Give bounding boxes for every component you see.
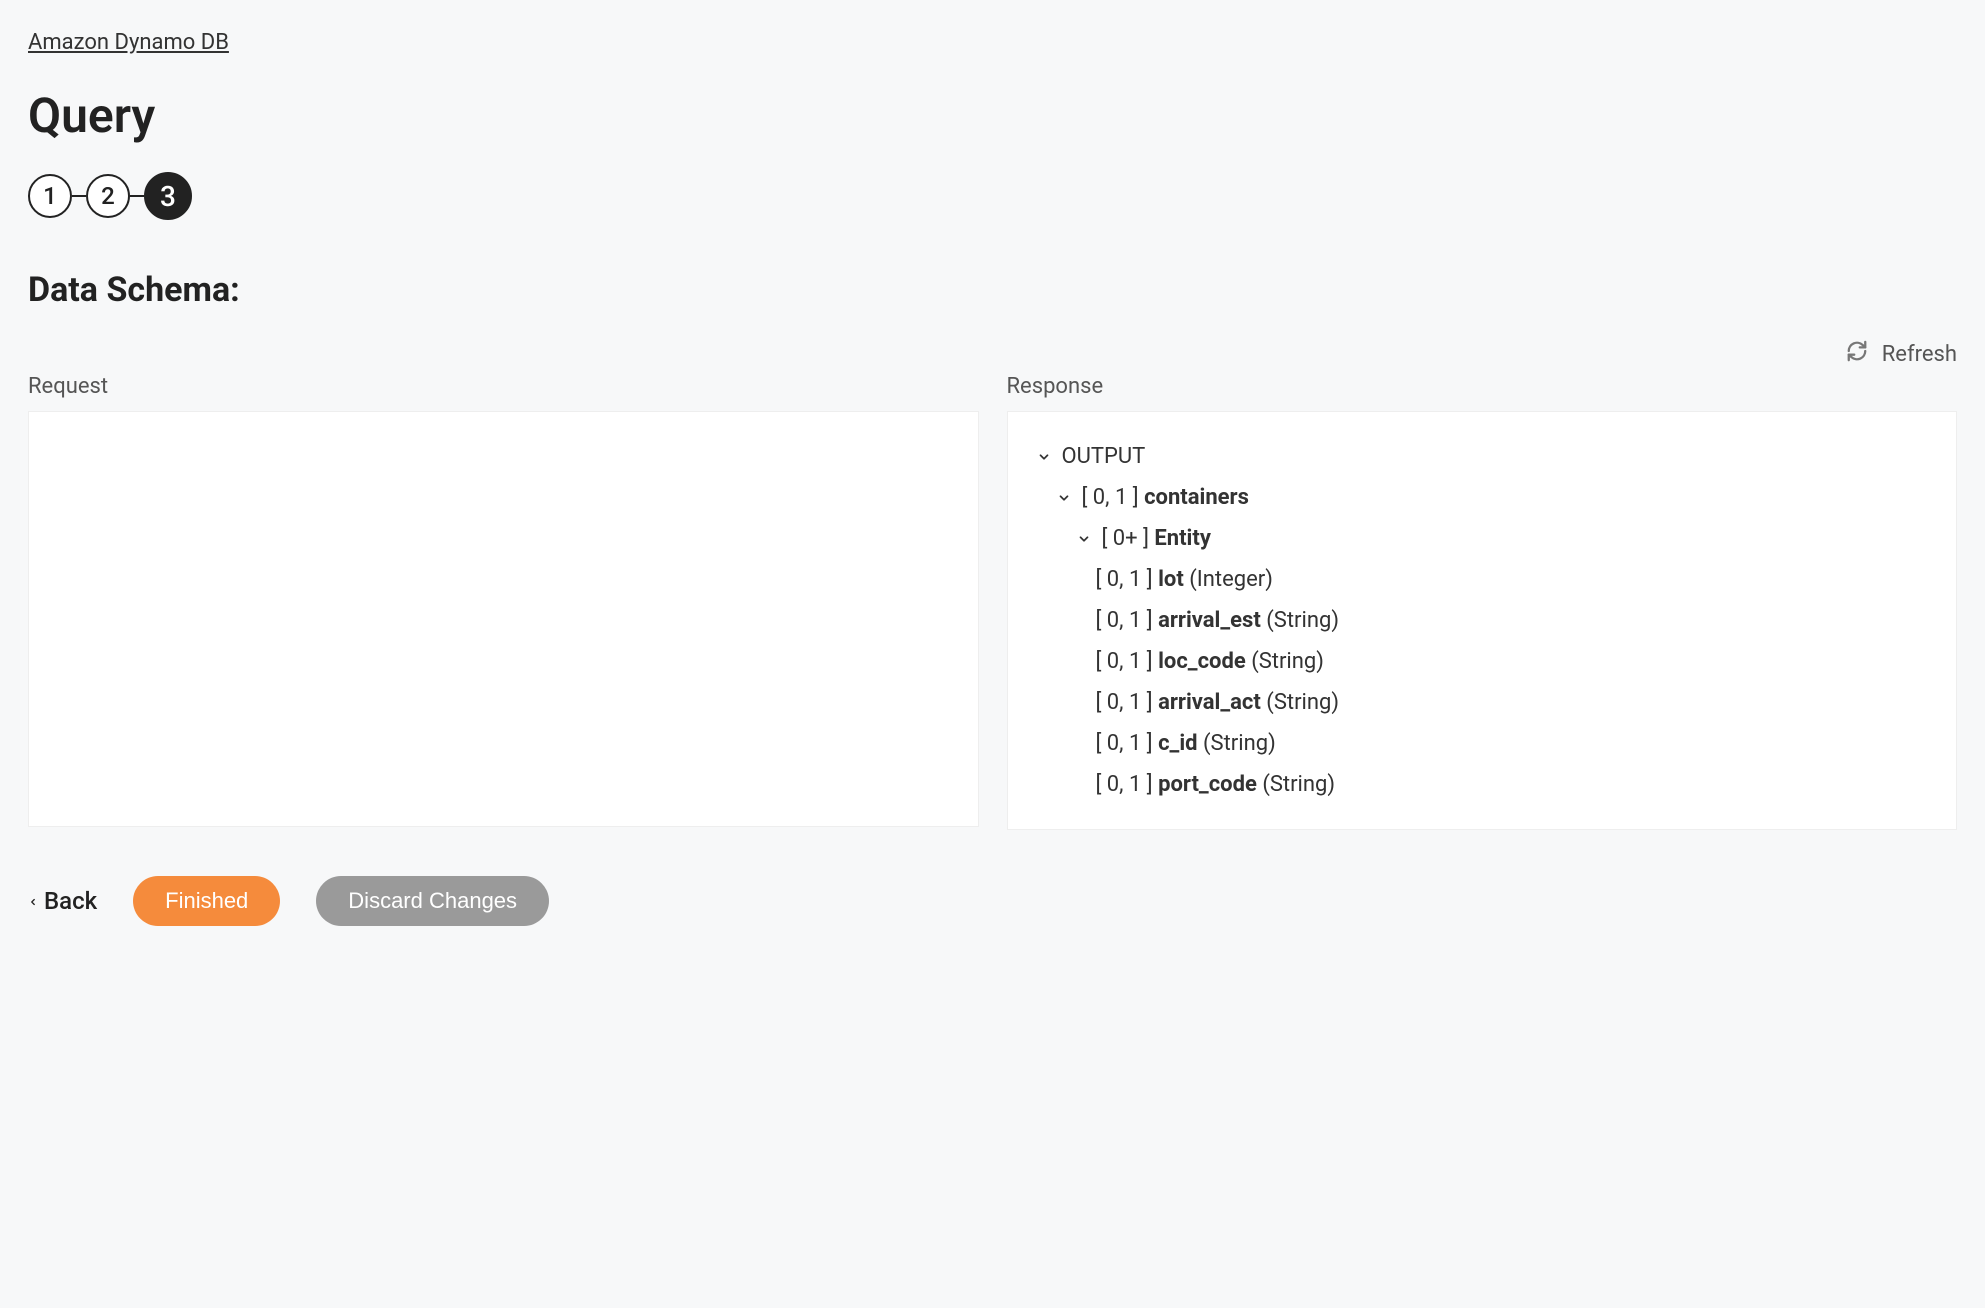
chevron-down-icon[interactable] <box>1076 531 1092 547</box>
tree-leaf: [ 0, 1 ] loc_code (String) <box>1096 641 1929 682</box>
tree-leaf: [ 0, 1 ] arrival_est (String) <box>1096 600 1929 641</box>
request-panel[interactable] <box>28 411 979 827</box>
tree-leaf: [ 0, 1 ] c_id (String) <box>1096 723 1929 764</box>
tree-leaf: [ 0, 1 ] port_code (String) <box>1096 764 1929 805</box>
step-1[interactable]: 1 <box>28 174 72 218</box>
refresh-button[interactable]: Refresh <box>28 340 1957 368</box>
request-panel-label: Request <box>28 374 979 399</box>
back-button[interactable]: Back <box>28 887 97 915</box>
step-connector <box>130 195 144 197</box>
refresh-icon <box>1846 340 1868 368</box>
tree-label: [ 0+ ] Entity <box>1102 522 1211 555</box>
step-connector <box>72 195 86 197</box>
tree-label: OUTPUT <box>1062 440 1146 473</box>
steps-indicator: 1 2 3 <box>28 172 1957 220</box>
breadcrumb-link[interactable]: Amazon Dynamo DB <box>28 30 229 55</box>
step-2[interactable]: 2 <box>86 174 130 218</box>
tree-node-entity[interactable]: [ 0+ ] Entity <box>1076 518 1929 559</box>
response-panel: OUTPUT [ 0, 1 ] containers <box>1007 411 1958 830</box>
discard-changes-button[interactable]: Discard Changes <box>316 876 549 926</box>
chevron-left-icon <box>28 887 38 915</box>
tree-node-containers[interactable]: [ 0, 1 ] containers <box>1056 477 1929 518</box>
step-3[interactable]: 3 <box>144 172 192 220</box>
chevron-down-icon[interactable] <box>1036 449 1052 465</box>
chevron-down-icon[interactable] <box>1056 490 1072 506</box>
tree-leaf: [ 0, 1 ] lot (Integer) <box>1096 559 1929 600</box>
tree-node-output[interactable]: OUTPUT <box>1036 436 1929 477</box>
page-title: Query <box>28 87 1957 144</box>
response-panel-label: Response <box>1007 374 1958 399</box>
tree-label: [ 0, 1 ] containers <box>1082 481 1249 514</box>
back-label: Back <box>44 887 97 915</box>
finished-button[interactable]: Finished <box>133 876 280 926</box>
section-title: Data Schema: <box>28 270 1957 310</box>
refresh-label: Refresh <box>1882 342 1957 367</box>
tree-leaf: [ 0, 1 ] arrival_act (String) <box>1096 682 1929 723</box>
